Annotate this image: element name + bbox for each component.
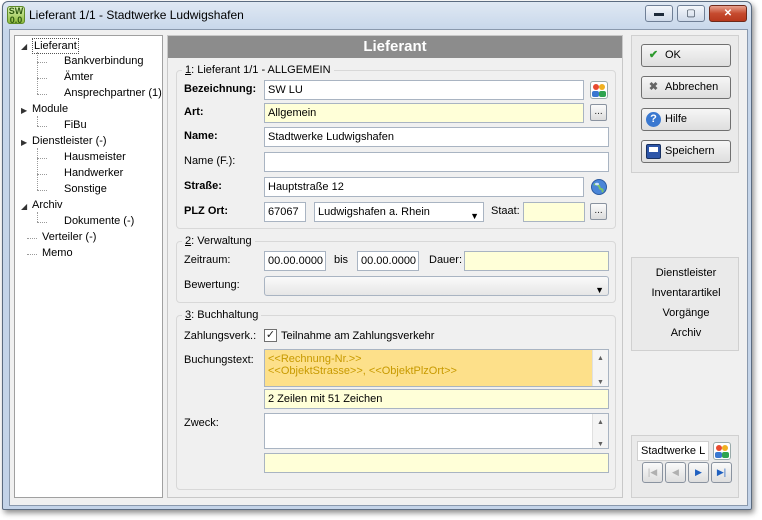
expander-icon[interactable]: ◢ — [21, 200, 27, 214]
staat-browse-button[interactable]: ... — [590, 203, 607, 220]
save-icon — [646, 144, 661, 159]
globe-icon[interactable] — [590, 178, 608, 196]
zweck-textarea[interactable]: ▲ ▼ — [264, 413, 609, 449]
teilnahme-checkbox[interactable]: ✓ — [264, 329, 277, 342]
buchungstext-textarea[interactable]: <<Rechnung-Nr.>> <<ObjektStrasse>>, <<Ob… — [264, 349, 609, 387]
page-title: Lieferant — [168, 36, 622, 58]
zweck-label: Zweck: — [184, 417, 219, 429]
first-record-button[interactable]: |◀ — [642, 462, 663, 483]
zeitraum-bis-field[interactable]: 00.00.0000 — [357, 251, 419, 271]
expander-icon[interactable]: ▶ — [21, 104, 27, 118]
name-f-label: Name (F.): — [184, 155, 236, 167]
strasse-label: Straße: — [184, 180, 222, 192]
zweck-info — [264, 453, 609, 473]
prev-record-button[interactable]: ◀ — [665, 462, 686, 483]
cancel-icon: ✖ — [648, 81, 659, 93]
minimize-button[interactable]: ▬ — [645, 5, 673, 22]
zeitraum-von-field[interactable]: 00.00.0000 — [264, 251, 326, 271]
plz-field[interactable]: 67067 — [264, 202, 306, 222]
help-icon: ? — [646, 112, 661, 127]
name-label: Name: — [184, 130, 218, 142]
group-allgemein: 1: Lieferant 1/1 - ALLGEMEIN Bezeichnung… — [176, 64, 616, 229]
window-title: Lieferant 1/1 - Stadtwerke Ludwigshafen — [29, 8, 244, 22]
art-field[interactable]: Allgemein — [264, 103, 584, 123]
close-button[interactable]: ✕ — [709, 5, 747, 22]
group-caption: 2: Verwaltung — [182, 235, 255, 247]
last-record-button[interactable]: ▶| — [711, 462, 732, 483]
maximize-button[interactable]: ▢ — [677, 5, 705, 22]
title-bar[interactable]: SW 0.0 Lieferant 1/1 - Stadtwerke Ludwig… — [3, 2, 751, 28]
links-box: Dienstleister Inventarartikel Vorgänge A… — [631, 257, 739, 351]
group-buchhaltung: 3: Buchhaltung Zahlungsverk.: ✓ Teilnahm… — [176, 309, 616, 490]
art-browse-button[interactable]: ... — [590, 104, 607, 121]
action-box: ✔ OK ✖ Abbrechen ? Hilfe Speichern — [631, 35, 739, 173]
hilfe-button[interactable]: ? Hilfe — [641, 108, 731, 131]
strasse-field[interactable]: Hauptstraße 12 — [264, 177, 584, 197]
link-archiv[interactable]: Archiv — [632, 327, 740, 339]
bis-label: bis — [334, 254, 349, 266]
name-field[interactable]: Stadtwerke Ludwigshafen — [264, 127, 609, 147]
expander-icon[interactable]: ◢ — [21, 40, 27, 54]
scrollbar[interactable]: ▲ ▼ — [592, 350, 608, 386]
app-window: SW 0.0 Lieferant 1/1 - Stadtwerke Ludwig… — [2, 1, 752, 510]
bezeichnung-label: Bezeichnung: — [184, 83, 257, 95]
chevron-down-icon: ▼ — [595, 285, 604, 295]
dauer-label: Dauer: — [429, 254, 463, 266]
main-panel: Lieferant 1: Lieferant 1/1 - ALLGEMEIN B… — [167, 35, 623, 498]
link-inventarartikel[interactable]: Inventarartikel — [632, 287, 740, 299]
expander-icon[interactable]: ▶ — [21, 136, 27, 150]
ort-select[interactable]: Ludwigshafen a. Rhein ▼ — [314, 202, 484, 222]
group-verwaltung: 2: Verwaltung Zeitraum: 00.00.0000 bis 0… — [176, 235, 616, 303]
app-icon: SW 0.0 — [7, 6, 25, 25]
link-vorgaenge[interactable]: Vorgänge — [632, 307, 740, 319]
speichern-button[interactable]: Speichern — [641, 140, 731, 163]
scrollbar[interactable]: ▲ ▼ — [592, 414, 608, 448]
bezeichnung-field[interactable]: SW LU — [264, 80, 584, 100]
people-icon[interactable] — [590, 81, 608, 99]
zahlungsverk-label: Zahlungsverk.: — [184, 330, 257, 342]
navigation-tree[interactable]: ◢ Lieferant Bankverbindung Ämter Ansprec… — [14, 35, 163, 498]
ok-button[interactable]: ✔ OK — [641, 44, 731, 67]
name-f-field[interactable] — [264, 152, 609, 172]
buchungstext-info: 2 Zeilen mit 51 Zeichen — [264, 389, 609, 409]
abbrechen-button[interactable]: ✖ Abbrechen — [641, 76, 731, 99]
staat-field[interactable] — [523, 202, 585, 222]
dauer-field[interactable] — [464, 251, 609, 271]
check-icon: ✔ — [648, 49, 659, 61]
bewertung-label: Bewertung: — [184, 279, 240, 291]
record-name: Stadtwerke L — [637, 441, 709, 461]
client-area: ◢ Lieferant Bankverbindung Ämter Ansprec… — [9, 29, 748, 506]
zeitraum-label: Zeitraum: — [184, 254, 231, 266]
bewertung-select[interactable]: ▼ — [264, 276, 609, 296]
teilnahme-label[interactable]: Teilnahme am Zahlungsverkehr — [281, 330, 434, 342]
plz-ort-label: PLZ Ort: — [184, 205, 228, 217]
buchungstext-label: Buchungstext: — [184, 354, 254, 366]
group-caption: 1: Lieferant 1/1 - ALLGEMEIN — [182, 64, 334, 76]
staat-label: Staat: — [491, 205, 520, 217]
next-record-button[interactable]: ▶ — [688, 462, 709, 483]
art-label: Art: — [184, 106, 204, 118]
people-icon[interactable] — [713, 442, 731, 460]
link-dienstleister[interactable]: Dienstleister — [632, 267, 740, 279]
right-panel: ✔ OK ✖ Abbrechen ? Hilfe Speichern Diens… — [627, 35, 743, 498]
group-caption: 3: Buchhaltung — [182, 309, 262, 321]
chevron-down-icon: ▼ — [470, 211, 479, 221]
